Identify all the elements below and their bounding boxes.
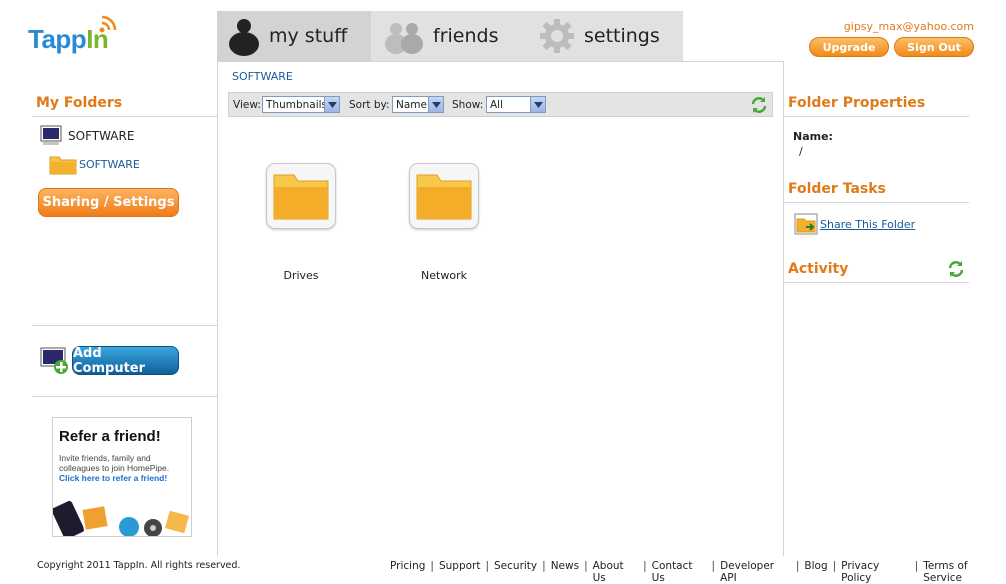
tasks-rule [784,202,969,203]
content-top-border [217,61,783,62]
show-label: Show: [452,99,484,111]
footer-separator: | [711,560,716,572]
sort-label: Sort by: [349,99,390,111]
ad-link[interactable]: Click here to refer a friend! [59,473,167,483]
folder-properties-title: Folder Properties [788,95,926,111]
sort-select[interactable]: Name [392,96,444,113]
my-folders-rule [32,116,217,117]
tab-my-stuff-label: my stuff [269,25,348,47]
gear-icon [540,19,574,53]
footer-separator: | [832,560,837,572]
view-toolbar: View: Thumbnails Sort by: Name Show: All [228,92,773,117]
share-folder-link: Share This Folder [820,217,916,231]
media-icons-image [53,500,189,536]
sidebar-mid-rule [32,325,217,326]
footer-separator: | [795,560,800,572]
sort-select-value: Name [396,98,427,111]
friends-icon [385,23,423,54]
footer-link-terms[interactable]: Terms of Service [923,560,1006,584]
computer-name: SOFTWARE [68,129,135,143]
activity-rule [784,282,969,283]
folder-node[interactable]: SOFTWARE [49,153,140,175]
footer-separator: | [430,560,434,572]
tappin-logo[interactable]: TappIn [28,14,138,62]
footer-link-about[interactable]: About Us [593,560,639,584]
folder-icon [416,174,472,220]
footer-links: Pricing | Support | Security | News | About … [390,560,1006,584]
name-label: Name: [793,130,833,143]
folder-tasks-title: Folder Tasks [788,181,886,197]
folder-thumbnail[interactable]: Drives [241,163,361,282]
computer-node[interactable]: SOFTWARE [40,125,134,147]
folder-thumbnail[interactable]: Network [384,163,504,282]
footer-link-support[interactable]: Support [439,560,481,584]
tab-settings-label: settings [584,25,660,47]
add-computer-button[interactable]: Add Computer [72,346,179,376]
ad-body: Invite friends, family and colleagues to… [59,453,191,483]
computer-icon [40,125,62,145]
view-select-value: Thumbnails [266,98,328,111]
footer-link-privacy[interactable]: Privacy Policy [841,560,909,584]
footer-separator: | [485,560,490,572]
refresh-icon[interactable] [947,260,965,278]
folder-tile [409,163,479,229]
person-icon [229,19,259,56]
my-folders-title: My Folders [36,95,123,111]
footer-separator: | [542,560,546,572]
activity-title: Activity [788,261,849,277]
footer-separator: | [914,560,919,572]
footer-link-news[interactable]: News [551,560,579,584]
main-tabs: my stuff friends settings [217,11,683,61]
chevron-down-icon [428,97,443,112]
ad-title: Refer a friend! [59,428,161,445]
sign-out-button[interactable]: Sign Out [894,37,974,57]
sidebar-lower-rule [32,396,217,397]
footer-link-blog[interactable]: Blog [804,560,827,584]
folder-icon [49,156,77,175]
show-select[interactable]: All [486,96,546,113]
name-value: / [799,145,803,158]
view-select[interactable]: Thumbnails [262,96,340,113]
copyright: Copyright 2011 TappIn. All rights reserv… [37,560,241,571]
ad-description: Invite friends, family and colleagues to… [59,453,170,473]
upgrade-button[interactable]: Upgrade [809,37,889,57]
tab-my-stuff[interactable]: my stuff [217,11,371,61]
show-select-value: All [490,98,504,111]
refresh-icon[interactable] [750,96,768,114]
footer-separator: | [584,560,588,572]
tab-friends-label: friends [433,25,499,47]
chevron-down-icon [530,97,545,112]
tab-settings[interactable]: settings [532,11,683,61]
share-folder-task[interactable]: Share This Folder [794,213,915,235]
footer-link-contact[interactable]: Contact Us [652,560,707,584]
sharing-settings-button[interactable]: Sharing / Settings [38,188,179,217]
wifi-signal-icon [99,15,117,33]
folder-name: SOFTWARE [79,157,140,171]
tab-friends[interactable]: friends [375,11,525,61]
footer-link-developer-api[interactable]: Developer API [720,560,791,584]
footer-link-security[interactable]: Security [494,560,537,584]
account-email: gipsy_max@yahoo.com [843,20,974,33]
chevron-down-icon [324,97,339,112]
view-label: View: [233,99,261,111]
footer-separator: | [643,560,647,572]
properties-rule [784,116,969,117]
refer-friend-banner[interactable]: Refer a friend! Invite friends, family a… [52,417,192,537]
footer-link-pricing[interactable]: Pricing [390,560,425,584]
share-folder-icon [794,213,818,235]
left-column-divider [217,61,218,556]
logo-wordmark: TappIn [28,24,109,54]
folder-icon [273,174,329,220]
folder-caption: Network [421,269,467,282]
breadcrumb[interactable]: SOFTWARE [232,70,293,83]
right-column-divider [783,61,784,556]
add-computer-icon[interactable] [40,346,70,376]
folder-tile [266,163,336,229]
folder-caption: Drives [283,269,319,282]
